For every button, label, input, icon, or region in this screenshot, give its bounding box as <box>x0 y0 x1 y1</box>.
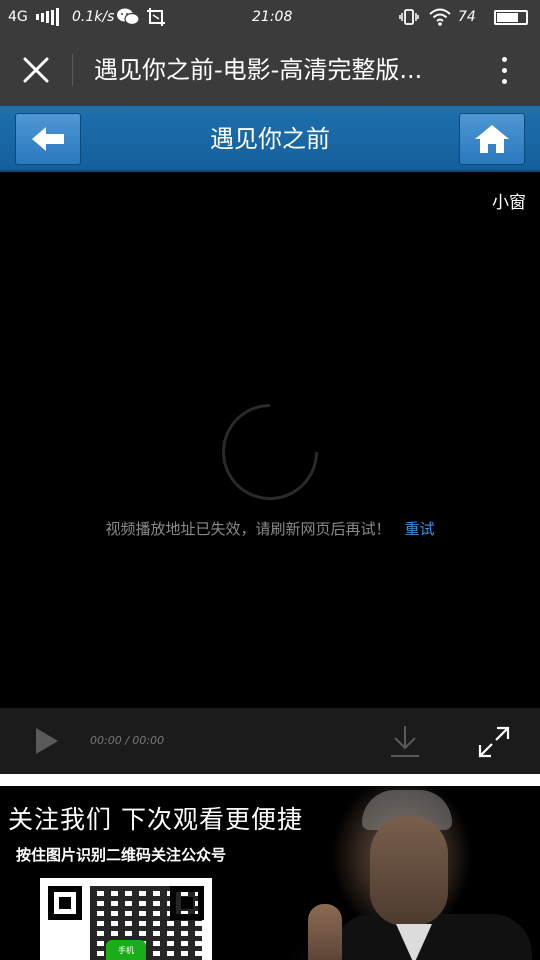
home-button[interactable] <box>459 113 525 165</box>
wifi-icon <box>428 0 452 34</box>
banner-title: 关注我们 下次观看更便捷 <box>8 805 303 834</box>
qr-code[interactable]: 手机 <box>40 878 212 960</box>
network-type: 4G <box>8 9 28 25</box>
clock: 21:08 <box>252 9 293 25</box>
signal-icon <box>36 0 61 34</box>
retry-link[interactable]: 重试 <box>405 520 435 538</box>
site-nav-bar: 遇见你之前 <box>0 106 540 172</box>
qr-badge: 手机 <box>106 940 146 960</box>
error-line: 视频播放地址已失效，请刷新网页后再试！ 重试 <box>0 518 540 539</box>
battery-percent: 74 <box>458 9 476 25</box>
error-message: 视频播放地址已失效，请刷新网页后再试！ <box>105 520 391 538</box>
battery-icon <box>494 0 528 34</box>
play-icon[interactable] <box>34 726 60 756</box>
mini-window-button[interactable]: 小窗 <box>492 188 526 213</box>
video-player[interactable]: 小窗 视频播放地址已失效，请刷新网页后再试！ 重试 <box>0 172 540 708</box>
back-arrow-icon <box>32 127 64 151</box>
back-button[interactable] <box>15 113 81 165</box>
time-display: 00:00 / 00:00 <box>90 734 165 747</box>
close-icon <box>23 57 49 83</box>
status-bar: 4G 0.1k/s 21:08 74 <box>0 0 540 34</box>
network-speed: 0.1k/s <box>72 9 115 25</box>
more-icon[interactable] <box>490 52 518 88</box>
player-controls: 00:00 / 00:00 <box>0 708 540 774</box>
site-title: 遇见你之前 <box>210 125 330 153</box>
wechat-icon <box>117 0 139 34</box>
close-button[interactable] <box>16 52 56 88</box>
header-divider <box>72 54 73 86</box>
screenshot-icon <box>146 0 166 34</box>
follow-banner[interactable]: 关注我们 下次观看更便捷 按住图片识别二维码关注公众号 手机 <box>0 786 540 960</box>
loading-spinner <box>202 384 338 520</box>
vibrate-icon <box>399 0 419 34</box>
page-title: 遇见你之前-电影-高清完整版... <box>94 56 423 84</box>
banner-subtitle: 按住图片识别二维码关注公众号 <box>16 846 227 864</box>
home-icon <box>475 125 509 153</box>
portrait-image <box>272 786 540 960</box>
fullscreen-icon[interactable] <box>478 726 510 758</box>
download-icon[interactable] <box>390 724 420 758</box>
browser-header: 遇见你之前-电影-高清完整版... <box>0 34 540 106</box>
